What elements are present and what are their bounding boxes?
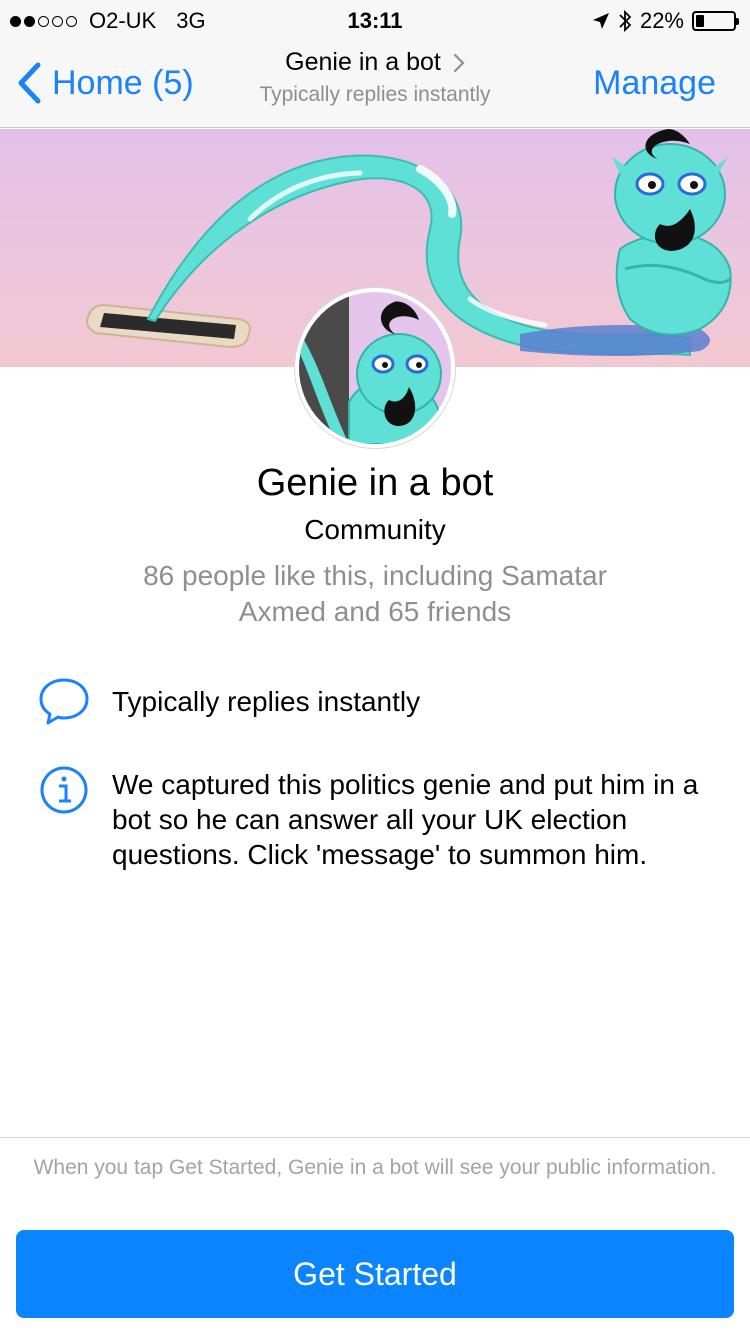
speech-bubble-icon bbox=[39, 678, 89, 725]
footer-divider bbox=[0, 1137, 750, 1138]
about-text: We captured this politics genie and put … bbox=[112, 769, 699, 870]
battery-percent: 22% bbox=[639, 8, 684, 33]
nav-title-group[interactable]: Genie in a bot Typically replies instant… bbox=[200, 48, 550, 107]
status-right: 22% bbox=[592, 8, 739, 34]
response-time-row: Typically replies instantly bbox=[38, 676, 710, 728]
manage-button[interactable]: Manage bbox=[593, 64, 716, 103]
profile-likes[interactable]: 86 people like this, including Samatar A… bbox=[100, 558, 650, 630]
location-arrow-icon bbox=[592, 13, 609, 29]
chevron-right-icon bbox=[453, 53, 465, 72]
avatar-image bbox=[299, 292, 451, 444]
privacy-note: When you tap Get Started, Genie in a bot… bbox=[33, 1156, 717, 1179]
profile-category: Community bbox=[304, 514, 446, 545]
profile-name: Genie in a bot bbox=[256, 462, 494, 504]
page-subtitle: Typically replies instantly bbox=[259, 83, 491, 106]
page-title: Genie in a bot bbox=[285, 48, 441, 76]
back-chevron-icon bbox=[18, 62, 41, 104]
phone-illustration bbox=[86, 303, 252, 349]
back-label: Home (5) bbox=[52, 63, 194, 102]
battery-icon bbox=[692, 11, 739, 31]
response-time-text: Typically replies instantly bbox=[112, 686, 421, 717]
get-started-button[interactable]: Get Started bbox=[16, 1230, 734, 1318]
info-icon bbox=[40, 766, 88, 814]
bluetooth-icon bbox=[619, 9, 632, 33]
genie-character bbox=[612, 129, 732, 336]
profile-avatar[interactable] bbox=[295, 288, 455, 448]
navigation-bar: Home (5) Genie in a bot Typically replie… bbox=[0, 40, 750, 128]
back-button[interactable]: Home (5) bbox=[16, 62, 194, 104]
status-bar: O2-UK 3G 13:11 22% bbox=[0, 0, 750, 40]
battery-fill bbox=[696, 15, 704, 27]
about-row: We captured this politics genie and put … bbox=[38, 764, 710, 872]
